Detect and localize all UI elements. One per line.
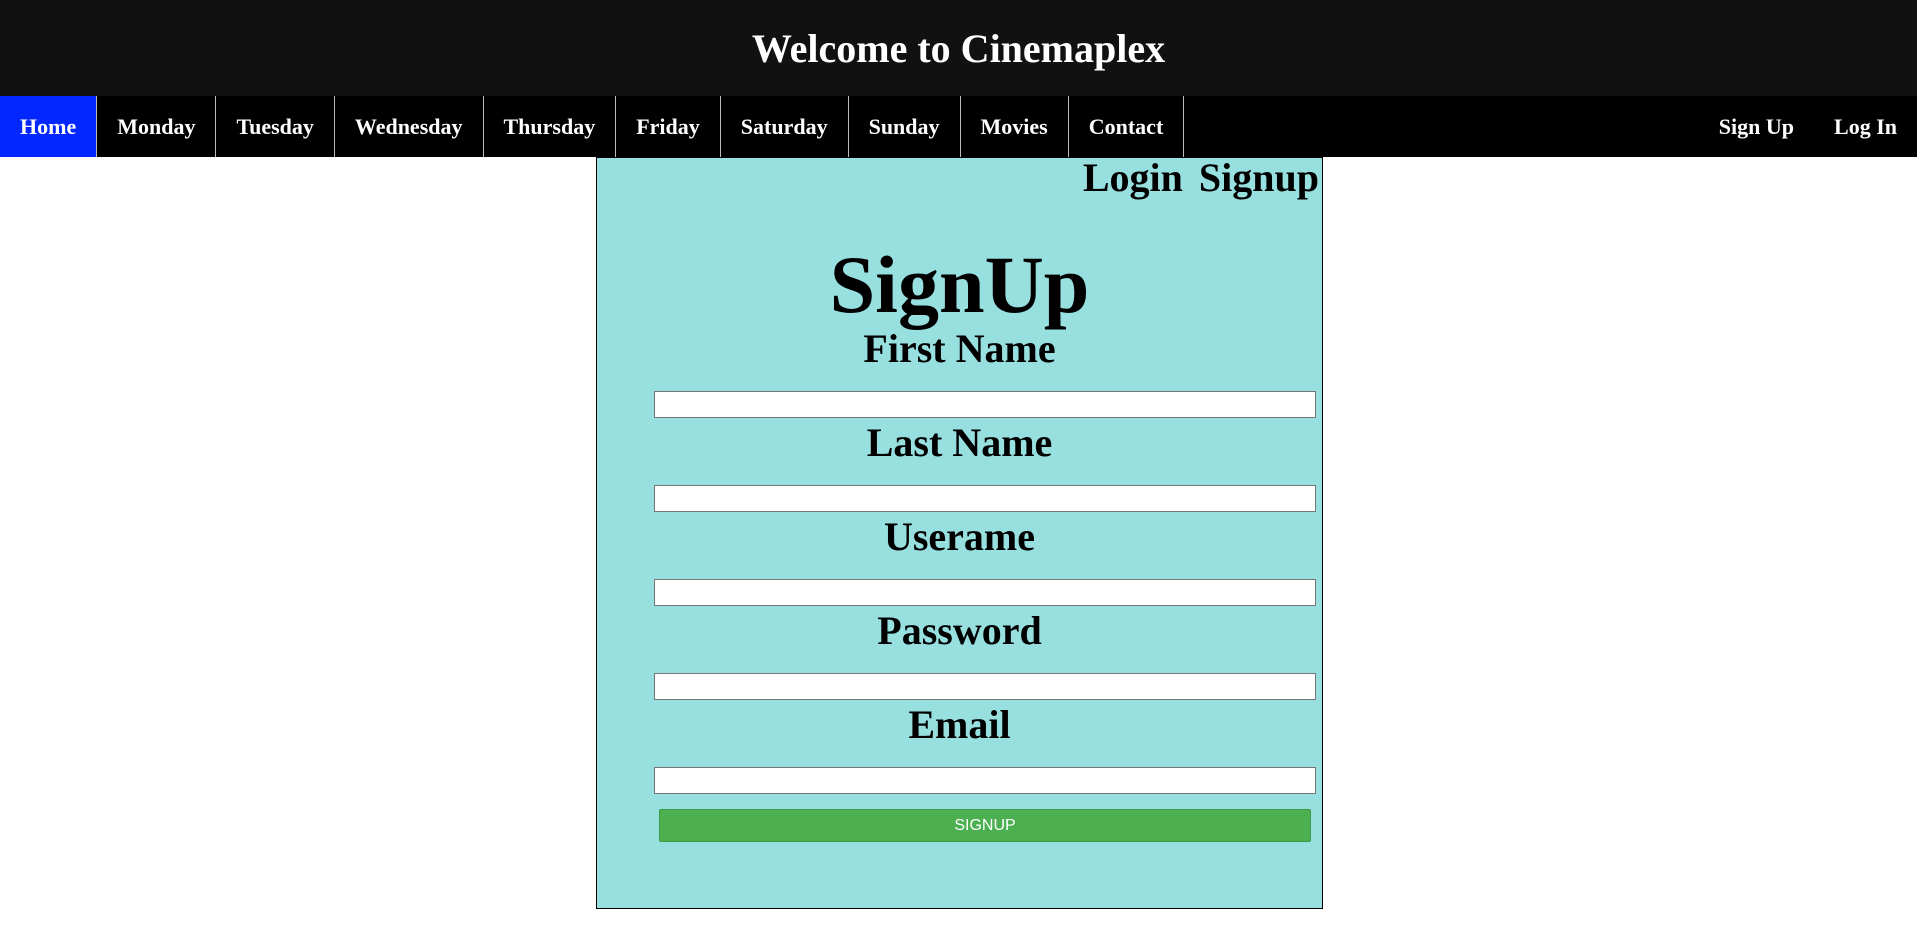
nav-item-monday[interactable]: Monday (97, 96, 217, 157)
form-heading: SignUp (829, 239, 1090, 330)
tab-signup[interactable]: Signup (1199, 158, 1319, 198)
nav-item-sunday[interactable]: Sunday (849, 96, 961, 157)
nav-item-log-in[interactable]: Log In (1814, 96, 1917, 157)
nav-right-group: Sign Up Log In (1699, 96, 1917, 157)
username-label: Userame (883, 514, 1036, 559)
password-input[interactable] (654, 673, 1316, 700)
nav-item-sign-up[interactable]: Sign Up (1699, 96, 1814, 157)
nav-item-movies[interactable]: Movies (961, 96, 1069, 157)
site-title: Welcome to Cinemaplex (751, 25, 1166, 71)
nav-item-friday[interactable]: Friday (616, 96, 721, 157)
email-input[interactable] (654, 767, 1316, 794)
password-label: Password (877, 608, 1042, 653)
panel-tabs: Login Signup (1083, 158, 1319, 198)
site-header: Welcome to Cinemaplex (0, 0, 1917, 96)
signup-submit-button[interactable]: SIGNUP (659, 809, 1311, 842)
first-name-input[interactable] (654, 391, 1316, 418)
nav-item-saturday[interactable]: Saturday (721, 96, 849, 157)
nav-item-thursday[interactable]: Thursday (484, 96, 617, 157)
tab-login[interactable]: Login (1083, 158, 1183, 198)
nav-item-wednesday[interactable]: Wednesday (335, 96, 484, 157)
last-name-label: Last Name (866, 420, 1053, 465)
last-name-input[interactable] (654, 485, 1316, 512)
signup-form-panel: Login Signup SignUp First Name Last Name… (596, 157, 1323, 909)
username-input[interactable] (654, 579, 1316, 606)
nav-left-group: Home Monday Tuesday Wednesday Thursday F… (0, 96, 1185, 157)
email-label: Email (908, 702, 1011, 747)
main-navbar: Home Monday Tuesday Wednesday Thursday F… (0, 96, 1917, 157)
nav-item-contact[interactable]: Contact (1069, 96, 1185, 157)
first-name-label: First Name (863, 326, 1056, 371)
nav-item-tuesday[interactable]: Tuesday (216, 96, 335, 157)
nav-item-home[interactable]: Home (0, 96, 98, 157)
